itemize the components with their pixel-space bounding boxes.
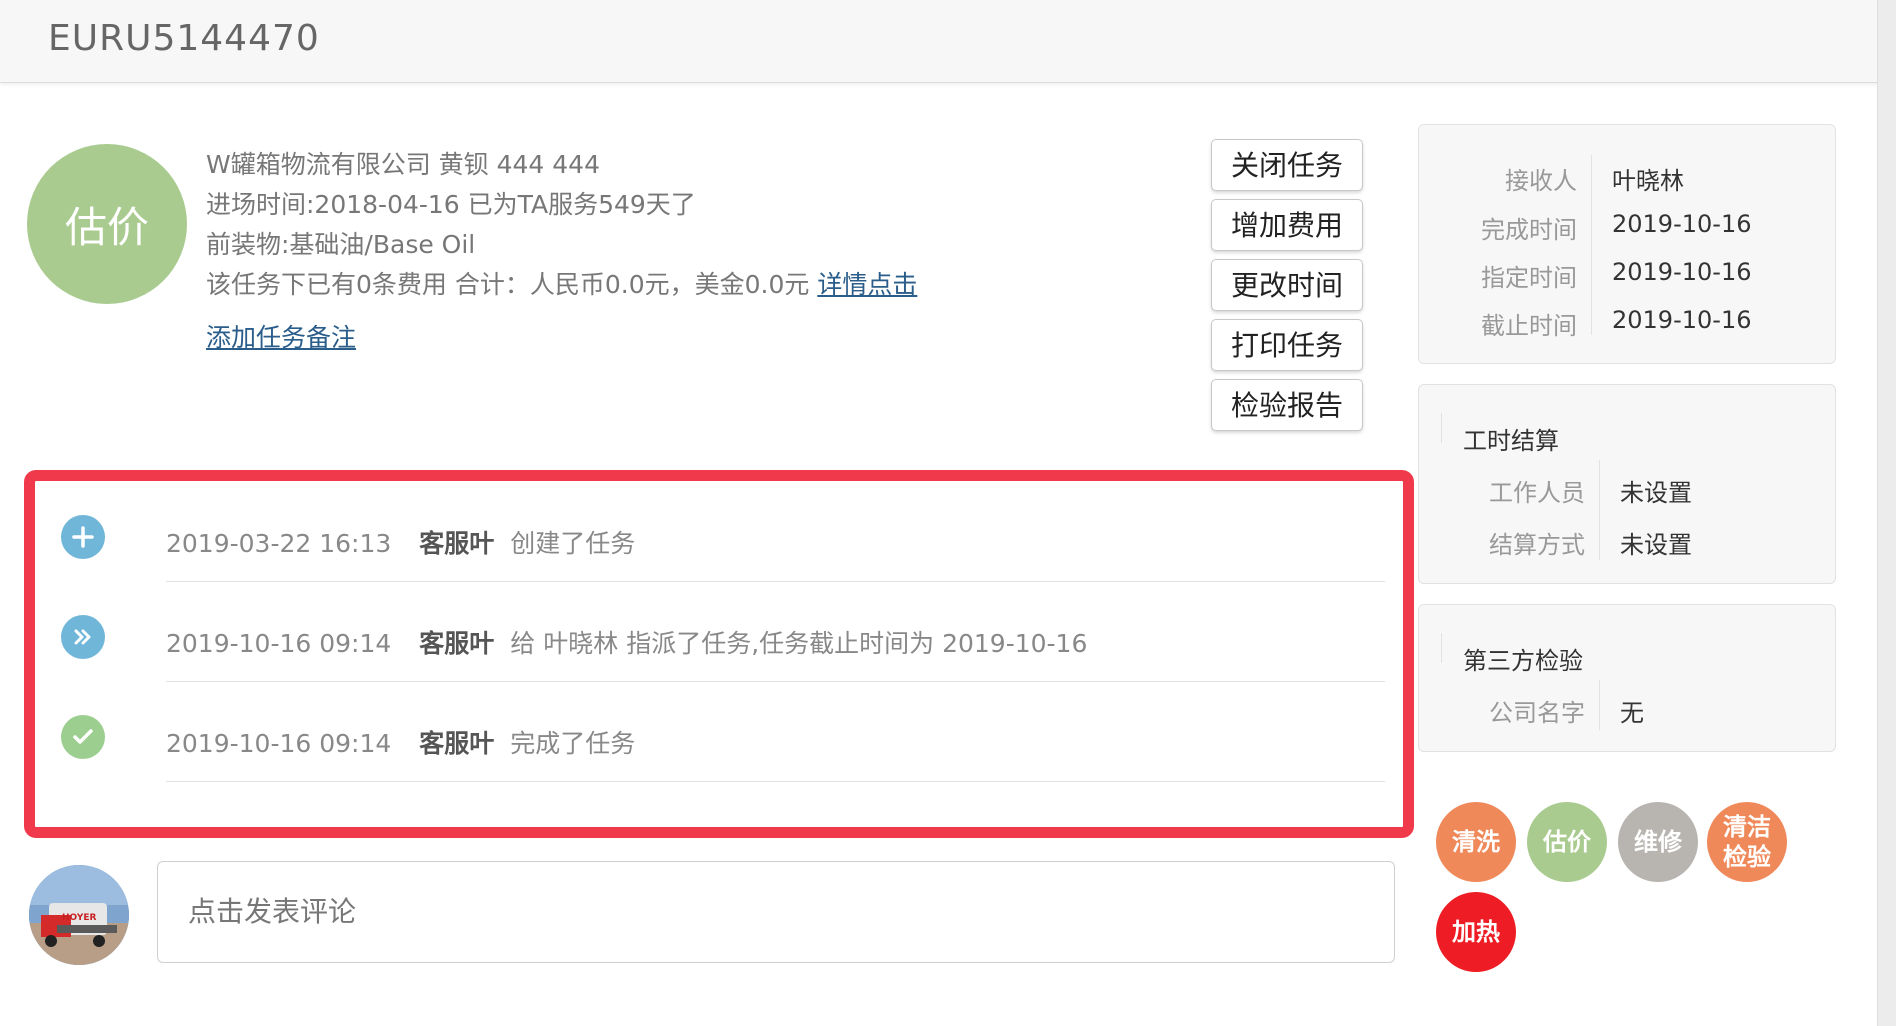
avatar-sign-text: HOYER [62, 913, 97, 923]
receiver-label: 接收人 [1505, 167, 1577, 195]
completed-time-value: 2019-10-16 [1612, 210, 1752, 238]
timeline-time: 2019-10-16 09:14 [166, 629, 392, 658]
timeline-item: 2019-10-16 09:14 客服叶 完成了任务 [35, 681, 1385, 781]
receiver-value: 叶晓林 [1612, 167, 1684, 195]
change-time-button[interactable]: 更改时间 [1211, 259, 1363, 311]
close-task-button[interactable]: 关闭任务 [1211, 139, 1363, 191]
inspection-title: 第三方检验 [1463, 647, 1583, 675]
fee-summary: 该任务下已有0条费用 合计：人民币0.0元，美金0.0元 [206, 270, 810, 299]
comment-input[interactable]: 点击发表评论 [157, 861, 1395, 963]
timeline-item: 2019-10-16 09:14 客服叶给 叶晓林 指派了任务,任务截止时间为 2… [35, 581, 1385, 681]
forward-icon [61, 615, 105, 659]
labor-title: 工时结算 [1463, 427, 1559, 455]
completed-time-label: 完成时间 [1481, 216, 1577, 244]
worker-value: 未设置 [1620, 479, 1692, 507]
tag-cleaning[interactable]: 清洗 [1436, 802, 1516, 882]
divider [166, 781, 1385, 782]
scrollbar[interactable] [1877, 0, 1896, 1026]
deadline-label: 截止时间 [1481, 312, 1577, 340]
status-badge: 估价 [27, 144, 187, 304]
timeline: 2019-03-22 16:13 客服叶 创建了任务 2019-10-16 09:1… [24, 470, 1414, 838]
check-icon [61, 715, 105, 759]
timeline-text: 创建了任务 [510, 529, 636, 558]
timeline-item: 2019-03-22 16:13 客服叶 创建了任务 [35, 481, 1385, 581]
cargo-line: 前装物:基础油/Base Oil [206, 230, 476, 259]
avatar: HOYER [29, 865, 129, 965]
company-name-value: 无 [1620, 699, 1644, 727]
divider [1441, 633, 1442, 663]
assigned-time-value: 2019-10-16 [1612, 258, 1752, 286]
divider [1599, 680, 1600, 730]
tag-clean-inspection[interactable]: 清洁 检验 [1707, 802, 1787, 882]
timeline-user: 客服叶 [419, 629, 495, 658]
worker-label: 工作人员 [1489, 479, 1585, 507]
labor-panel: 工时结算 工作人员 未设置 结算方式 未设置 [1418, 384, 1836, 584]
timeline-text: 完成了任务 [510, 729, 636, 758]
timeline-text: 给 叶晓林 指派了任务,任务截止时间为 2019-10-16 [510, 629, 1088, 658]
tag-repair[interactable]: 维修 [1618, 802, 1698, 882]
divider [1599, 460, 1600, 560]
company-line: W罐箱物流有限公司 黄钡 444 444 [206, 150, 600, 179]
divider [1441, 413, 1442, 443]
deadline-value: 2019-10-16 [1612, 306, 1752, 334]
timeline-user: 客服叶 [419, 529, 495, 558]
company-name-label: 公司名字 [1489, 699, 1585, 727]
top-bar: EURU5144470 [0, 0, 1878, 83]
timeline-time: 2019-10-16 09:14 [166, 729, 392, 758]
action-buttons: 关闭任务 增加费用 更改时间 打印任务 检验报告 [1211, 139, 1367, 439]
entry-time-line: 进场时间:2018-04-16 已为TA服务549天了 [206, 190, 696, 219]
fee-line: 该任务下已有0条费用 合计：人民币0.0元，美金0.0元 详情点击 [206, 265, 917, 305]
plus-icon [61, 515, 105, 559]
assigned-time-label: 指定时间 [1481, 264, 1577, 292]
inspection-report-button[interactable]: 检验报告 [1211, 379, 1363, 431]
assignment-panel: 接收人 叶晓林 完成时间 2019-10-16 指定时间 2019-10-16 … [1418, 124, 1836, 364]
timeline-time: 2019-03-22 16:13 [166, 529, 392, 558]
add-note-link[interactable]: 添加任务备注 [206, 318, 356, 354]
add-fee-button[interactable]: 增加费用 [1211, 199, 1363, 251]
tag-heating[interactable]: 加热 [1436, 892, 1516, 972]
settlement-label: 结算方式 [1489, 531, 1585, 559]
inspection-panel: 第三方检验 公司名字 无 [1418, 604, 1836, 752]
fee-detail-link[interactable]: 详情点击 [817, 270, 917, 299]
print-task-button[interactable]: 打印任务 [1211, 319, 1363, 371]
task-info: W罐箱物流有限公司 黄钡 444 444 进场时间:2018-04-16 已为T… [206, 145, 917, 305]
timeline-user: 客服叶 [419, 729, 495, 758]
page-title: EURU5144470 [48, 18, 320, 59]
settlement-value: 未设置 [1620, 531, 1692, 559]
divider [1591, 155, 1592, 335]
tag-estimate[interactable]: 估价 [1527, 802, 1607, 882]
